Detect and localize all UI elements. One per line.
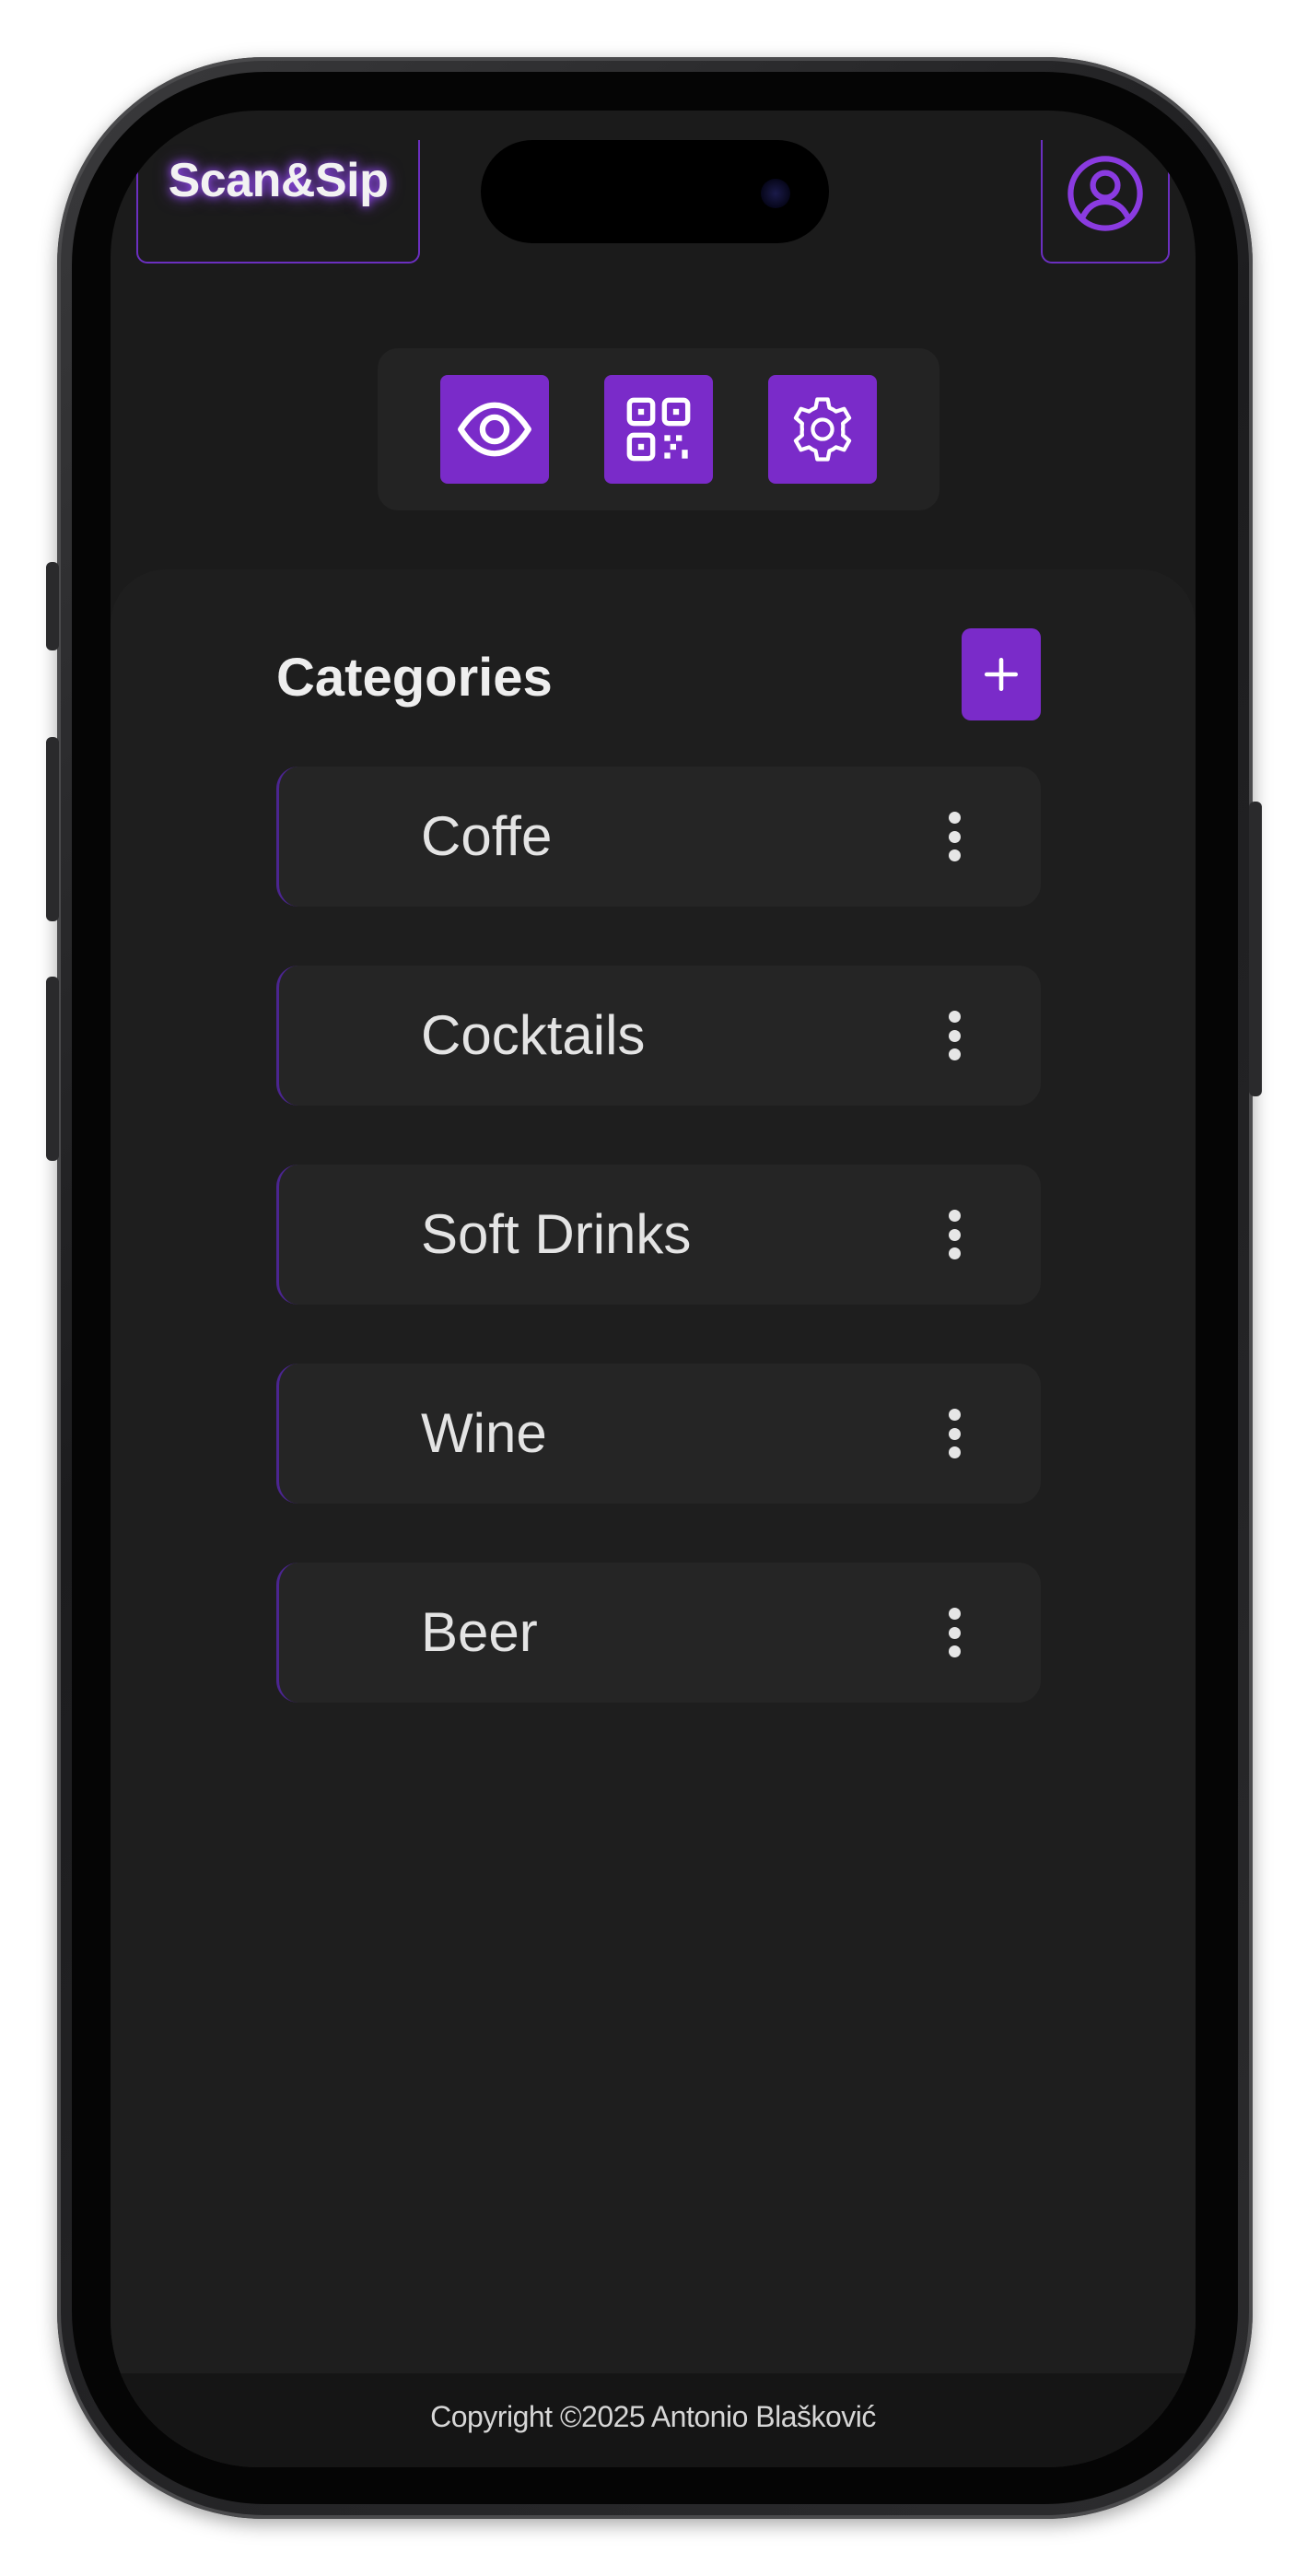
category-label: Coffe <box>421 805 553 867</box>
camera-lens <box>761 179 790 208</box>
kebab-dot <box>948 1048 961 1060</box>
power-button <box>1249 802 1262 1096</box>
category-options-button[interactable] <box>943 1003 965 1068</box>
kebab-dot <box>948 1626 961 1639</box>
category-options-button[interactable] <box>943 1600 965 1665</box>
copyright-text: Copyright ©2025 Antonio Blašković <box>430 2399 876 2433</box>
category-item-cocktails[interactable]: Cocktails <box>276 966 1041 1106</box>
category-options-button[interactable] <box>943 1401 965 1466</box>
categories-panel: Categories Coffe Cocktails Soft Drinks W… <box>111 569 1196 2430</box>
category-list: Coffe Cocktails Soft Drinks Wine Beer <box>276 767 1041 1762</box>
eye-icon <box>458 402 531 457</box>
category-item-soft-drinks[interactable]: Soft Drinks <box>276 1165 1041 1305</box>
volume-down-button <box>46 977 59 1161</box>
kebab-dot <box>948 812 961 824</box>
kebab-dot <box>948 1228 961 1241</box>
action-button <box>46 562 59 650</box>
kebab-dot <box>948 1409 961 1421</box>
category-item-coffe[interactable]: Coffe <box>276 767 1041 907</box>
kebab-dot <box>948 1210 961 1222</box>
view-toolbar <box>378 348 939 510</box>
category-item-wine[interactable]: Wine <box>276 1364 1041 1504</box>
category-options-button[interactable] <box>943 804 965 869</box>
user-circle-icon <box>1068 156 1143 231</box>
kebab-dot <box>948 1247 961 1259</box>
dynamic-island <box>481 140 829 243</box>
kebab-dot <box>948 1608 961 1620</box>
category-label: Cocktails <box>421 1004 646 1066</box>
kebab-dot <box>948 830 961 843</box>
category-item-beer[interactable]: Beer <box>276 1563 1041 1703</box>
footer: Copyright ©2025 Antonio Blašković <box>111 2373 1196 2467</box>
qr-code-icon <box>626 397 691 462</box>
add-category-button[interactable] <box>962 628 1041 720</box>
brand-logo[interactable]: Scan&Sip <box>136 140 420 263</box>
kebab-dot <box>948 1446 961 1458</box>
plus-icon <box>984 657 1019 692</box>
volume-up-button <box>46 737 59 921</box>
qr-code-button[interactable] <box>604 375 713 484</box>
category-label: Soft Drinks <box>421 1203 692 1265</box>
kebab-dot <box>948 1645 961 1657</box>
kebab-dot <box>948 849 961 861</box>
kebab-dot <box>948 1029 961 1042</box>
category-label: Wine <box>421 1402 547 1464</box>
gear-icon <box>793 397 852 462</box>
category-label: Beer <box>421 1601 538 1663</box>
kebab-dot <box>948 1011 961 1023</box>
category-options-button[interactable] <box>943 1202 965 1267</box>
brand-name: Scan&Sip <box>168 154 389 207</box>
profile-button[interactable] <box>1041 140 1170 263</box>
app-screen: Scan&Sip Categories Coffe Cocktails Soft… <box>111 111 1196 2467</box>
settings-button[interactable] <box>768 375 877 484</box>
preview-button[interactable] <box>440 375 549 484</box>
page-title: Categories <box>276 648 553 708</box>
kebab-dot <box>948 1427 961 1440</box>
